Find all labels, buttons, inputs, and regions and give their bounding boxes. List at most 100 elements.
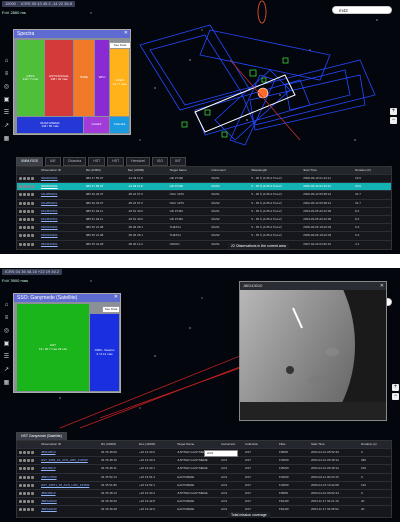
table-cell[interactable]: 0504540101 (39, 241, 84, 248)
column-header[interactable]: RA (J2000) (84, 167, 126, 174)
download-icon[interactable] (23, 451, 26, 455)
tab-herschel[interactable]: Herschel (126, 157, 151, 166)
close-icon[interactable]: ✕ (380, 283, 384, 289)
eye-icon[interactable] (19, 467, 22, 471)
star-icon[interactable] (27, 492, 30, 496)
share-icon[interactable]: ↗ (2, 121, 11, 130)
tab-chandra[interactable]: Chandra (62, 157, 87, 166)
table-cell[interactable]: J8RF17050 (39, 474, 99, 481)
menu-icon[interactable]: ☰ (2, 108, 11, 117)
eye-icon[interactable] (19, 234, 22, 238)
tab-iue[interactable]: IUE (44, 157, 61, 166)
column-header[interactable]: Instrument (209, 167, 249, 174)
star-icon[interactable] (27, 500, 30, 504)
link-icon[interactable] (31, 185, 34, 189)
camera-icon[interactable]: ▣ (2, 95, 11, 104)
link-icon[interactable] (31, 483, 34, 487)
download-icon[interactable] (23, 209, 26, 213)
download-icon[interactable] (23, 226, 26, 230)
column-header[interactable]: Instrument (219, 441, 243, 448)
star-icon[interactable] (27, 218, 30, 222)
treemap-block-hst[interactable]: HST 13 / 20.7 mas 29 obs (17, 304, 89, 391)
home-icon[interactable]: ⌂ (2, 300, 11, 309)
eye-icon[interactable] (19, 177, 22, 181)
star-icon[interactable] (27, 483, 30, 487)
coordinate-readout[interactable]: J2000 ICRS 05 43 45.2 -14 22 36.8 (2, 1, 75, 7)
link-icon[interactable] (31, 201, 34, 205)
treemap-block-galex[interactable]: GALEX (84, 117, 109, 133)
sky-viewer-panel-top[interactable]: J2000 ICRS 05 43 45.2 -14 22 36.8 FoV 28… (0, 0, 400, 254)
treemap-block-wide[interactable]: WIDE (74, 40, 94, 116)
treemap-block-xmm[interactable]: XMM - Newton 3 / 0.11 mas (90, 314, 119, 391)
grid-icon[interactable]: ▦ (2, 378, 11, 387)
table-row[interactable]: 0134530701 083 51 03.11 -04 51 40.0 HD 3748… (17, 206, 391, 215)
coordinate-readout[interactable]: ICRS 04 35 48.16 +22 19 40.2 (2, 269, 63, 275)
target-icon[interactable]: ◎ (2, 82, 11, 91)
column-header[interactable]: Observation ID (39, 441, 99, 448)
eye-icon[interactable] (19, 508, 22, 512)
table-row[interactable]: 0134530701 083 51 03.11 -04 51 40.0 HD 3748… (17, 214, 391, 223)
table-cell[interactable]: J8ID45010 (39, 465, 99, 472)
eye-icon[interactable] (19, 226, 22, 230)
home-icon[interactable]: ⌂ (2, 56, 11, 65)
download-icon[interactable] (23, 177, 26, 181)
column-header[interactable]: Start Time (301, 167, 353, 174)
camera-icon[interactable]: ▣ (2, 339, 11, 348)
treemap-block-iram[interactable]: IRAM NOEMA 143 / 50 mas (17, 117, 83, 133)
star-icon[interactable] (27, 459, 30, 463)
table-cell[interactable]: J9RS22020 (39, 498, 99, 505)
column-header[interactable]: Target Name (168, 167, 210, 174)
column-header[interactable]: Collection (243, 441, 277, 448)
download-icon[interactable] (23, 242, 26, 246)
tab-hst-1[interactable]: HST (88, 157, 106, 166)
table-row[interactable]: J9RS22040 04 35 49.28 +22 19 42.9 GANYMEDE A… (17, 505, 391, 513)
eye-icon[interactable] (19, 500, 22, 504)
column-header[interactable]: RA (J2000) (99, 441, 137, 448)
link-icon[interactable] (31, 467, 34, 471)
treemap-block-chandra[interactable]: Chandra (110, 117, 129, 133)
zoom-in-button[interactable]: + (390, 108, 397, 115)
grid-icon[interactable]: ▦ (2, 134, 11, 143)
table-row[interactable]: HST_10871_38_ACS_HRC_F435W 04 35 51.80 +22… (17, 480, 391, 489)
see-data-button[interactable]: See Data (102, 306, 120, 313)
eye-icon[interactable] (19, 451, 22, 455)
eye-icon[interactable] (19, 193, 22, 197)
sso-window[interactable]: SSO: Ganymede (Satellite) ✕ See Data HST… (13, 293, 121, 393)
zoom-out-button[interactable]: − (390, 117, 397, 124)
download-icon[interactable] (23, 193, 26, 197)
table-row[interactable]: 0112850201 083 49 33.07 -05 22 07.0 NGC 197… (17, 190, 391, 198)
link-icon[interactable] (31, 209, 34, 213)
table-cell[interactable]: 0134530701 (39, 216, 84, 223)
layers-icon[interactable]: ≡ (2, 69, 11, 78)
download-icon[interactable] (23, 459, 26, 463)
star-icon[interactable] (27, 234, 30, 238)
column-header[interactable]: Start Time (309, 441, 359, 448)
star-icon[interactable] (27, 193, 30, 197)
star-icon[interactable] (27, 508, 30, 512)
eye-icon[interactable] (19, 185, 22, 189)
table-cell[interactable]: HST_9256_01_ACS_HRC_F435W (39, 457, 99, 464)
table-cell[interactable]: J8ID46010 (39, 490, 99, 497)
table-row[interactable]: J8RF17050 04 35 52.14 +22 19 54.3 GANYMEDE A… (17, 472, 391, 481)
link-icon[interactable] (31, 475, 34, 479)
link-icon[interactable] (31, 459, 34, 463)
table-row[interactable]: 0504540101 083 45 44.28 -05 30 12.2 ORION RG… (17, 239, 391, 248)
link-icon[interactable] (31, 193, 34, 197)
share-icon[interactable]: ↗ (2, 365, 11, 374)
table-cell[interactable]: J9RS22040 (39, 506, 99, 513)
eye-icon[interactable] (19, 201, 22, 205)
table-row[interactable]: J8ID45010 04 35 48.11 +22 19 40.1 JUPITER-G… (17, 464, 391, 472)
table-row[interactable]: J8ID46010 04 35 48.13 +22 19 40.4 JUPITER-G… (17, 488, 391, 497)
tab-hst-2[interactable]: HST (107, 157, 125, 166)
link-icon[interactable] (31, 508, 34, 512)
table-row[interactable]: HST_9256_01_ACS_HRC_F435W 04 35 48.15 +22 … (17, 456, 391, 464)
column-header[interactable]: Dec (J2000) (126, 167, 168, 174)
star-icon[interactable] (27, 209, 30, 213)
download-icon[interactable] (23, 234, 26, 238)
column-header[interactable]: Duration (s) (359, 441, 391, 448)
layers-icon[interactable]: ≡ (2, 313, 11, 322)
table-cell[interactable]: 0300240101 (39, 224, 84, 231)
search-input[interactable]: m42 (332, 6, 392, 14)
star-icon[interactable] (27, 467, 30, 471)
treemap-block-gpls[interactable]: GPLS 113 / 7 mas (17, 40, 44, 116)
